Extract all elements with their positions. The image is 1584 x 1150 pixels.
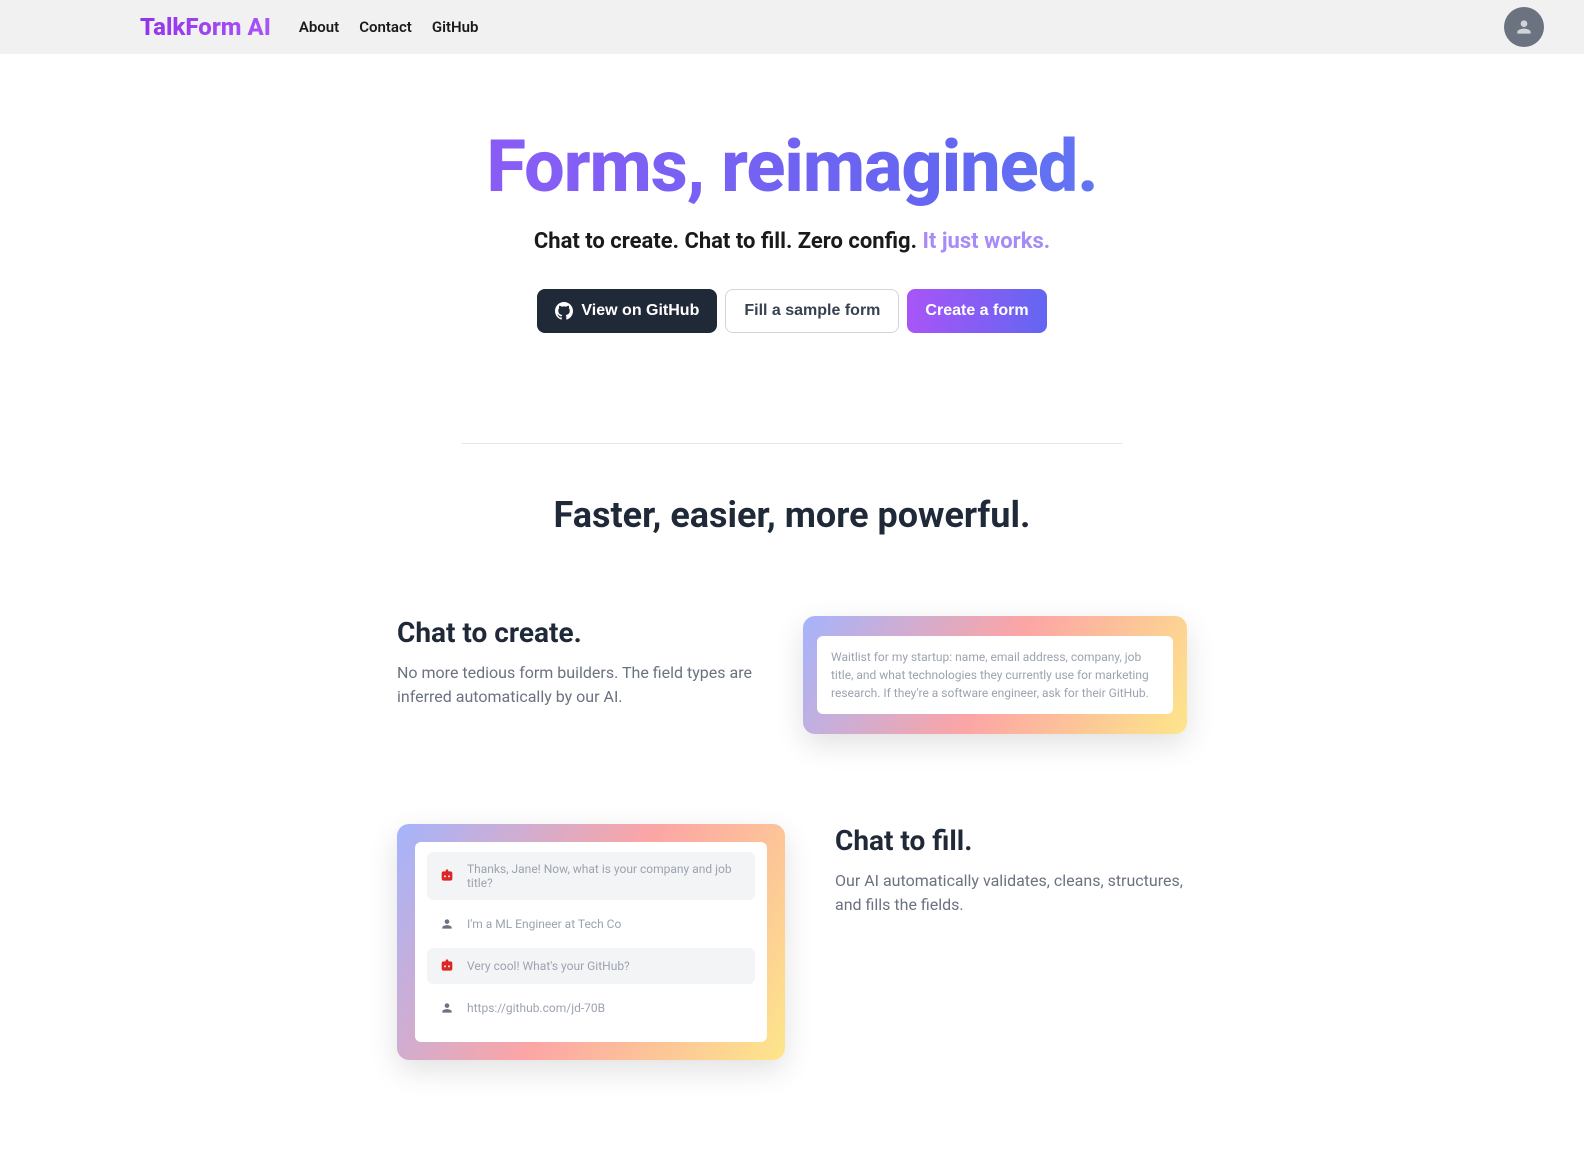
person-icon	[439, 916, 455, 932]
chat-text: https://github.com/jd-70B	[467, 1001, 605, 1015]
feature1-demo-card: Waitlist for my startup: name, email add…	[803, 616, 1187, 734]
fill-sample-button[interactable]: Fill a sample form	[725, 289, 899, 333]
hero-subtitle-plain: Chat to create. Chat to fill. Zero confi…	[534, 229, 923, 254]
topbar-left: TalkForm AI About Contact GitHub	[140, 13, 478, 41]
feature2-text: Chat to fill. Our AI automatically valid…	[835, 824, 1187, 917]
section-title: Faster, easier, more powerful.	[0, 494, 1584, 536]
user-avatar[interactable]	[1504, 7, 1544, 47]
topbar: TalkForm AI About Contact GitHub	[0, 0, 1584, 54]
chat-message-bot: Thanks, Jane! Now, what is your company …	[427, 852, 755, 900]
chat-message-user: I'm a ML Engineer at Tech Co	[427, 906, 755, 942]
github-icon	[555, 302, 573, 320]
create-form-button[interactable]: Create a form	[907, 289, 1046, 333]
nav-link-about[interactable]: About	[299, 18, 339, 36]
feature1-text: Chat to create. No more tedious form bui…	[397, 616, 753, 709]
chat-text: I'm a ML Engineer at Tech Co	[467, 917, 621, 931]
person-icon	[439, 1000, 455, 1016]
nav-link-github[interactable]: GitHub	[432, 18, 479, 36]
view-github-button[interactable]: View on GitHub	[537, 289, 717, 333]
feature2-body: Our AI automatically validates, cleans, …	[835, 869, 1187, 917]
feature1-title: Chat to create.	[397, 616, 753, 649]
logo[interactable]: TalkForm AI	[140, 13, 271, 41]
view-github-label: View on GitHub	[581, 302, 699, 320]
hero-section: Forms, reimagined. Chat to create. Chat …	[0, 54, 1584, 373]
hero-subtitle: Chat to create. Chat to fill. Zero confi…	[20, 229, 1564, 254]
cta-row: View on GitHub Fill a sample form Create…	[20, 289, 1564, 333]
nav-link-contact[interactable]: Contact	[359, 18, 412, 36]
chat-text: Very cool! What's your GitHub?	[467, 959, 630, 973]
feature1-body: No more tedious form builders. The field…	[397, 661, 753, 709]
feature-chat-to-create: Chat to create. No more tedious form bui…	[377, 616, 1207, 734]
divider	[462, 443, 1122, 444]
hero-subtitle-emphasis: It just works.	[922, 229, 1050, 254]
feature2-chat-card: Thanks, Jane! Now, what is your company …	[397, 824, 785, 1060]
hero-title: Forms, reimagined.	[20, 124, 1564, 209]
chat-text: Thanks, Jane! Now, what is your company …	[467, 862, 743, 890]
robot-icon	[439, 868, 455, 884]
feature2-title: Chat to fill.	[835, 824, 1187, 857]
chat-message-user: https://github.com/jd-70B	[427, 990, 755, 1026]
nav-links: About Contact GitHub	[299, 18, 479, 36]
chat-inner: Thanks, Jane! Now, what is your company …	[415, 842, 767, 1042]
feature-chat-to-fill: Thanks, Jane! Now, what is your company …	[377, 824, 1207, 1060]
person-icon	[1514, 17, 1534, 37]
chat-message-bot: Very cool! What's your GitHub?	[427, 948, 755, 984]
robot-icon	[439, 958, 455, 974]
feature1-demo-text: Waitlist for my startup: name, email add…	[817, 636, 1173, 714]
